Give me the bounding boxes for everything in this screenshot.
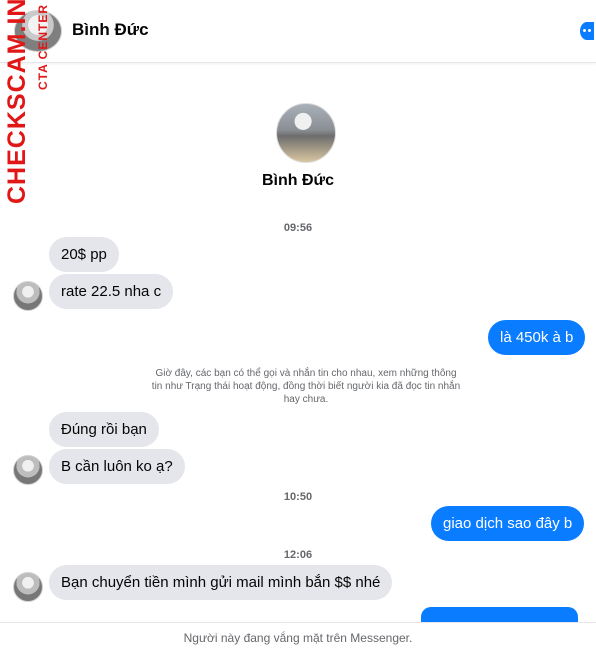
partially-visible-message bbox=[421, 607, 578, 623]
system-note: Giờ đây, các bạn có thể gọi và nhắn tin … bbox=[151, 368, 461, 405]
timestamp-1206: 12:06 bbox=[283, 549, 313, 561]
message-giao-dich: giao dịch sao đây b bbox=[431, 506, 585, 541]
info-icon[interactable] bbox=[580, 22, 594, 40]
profile-name: Bình Đức bbox=[261, 172, 335, 189]
timestamp-1050: 10:50 bbox=[283, 491, 313, 503]
timestamp-0956: 09:56 bbox=[283, 222, 313, 234]
message-can-luon: B cần luôn ko ạ? bbox=[49, 449, 185, 484]
sender-avatar bbox=[13, 455, 43, 485]
message-chuyen-tien: Bạn chuyển tiền mình gửi mail mình bắn $… bbox=[49, 565, 393, 600]
message-450k: là 450k à b bbox=[488, 320, 586, 355]
watermark-sub: CTA CENTER bbox=[36, 4, 50, 90]
message-20pp: 20$ pp bbox=[49, 237, 119, 272]
sender-avatar bbox=[13, 572, 43, 602]
message-rate: rate 22.5 nha c bbox=[49, 274, 174, 309]
chat-header: Bình Đức bbox=[0, 0, 596, 63]
sender-avatar bbox=[13, 281, 43, 311]
profile-avatar bbox=[276, 103, 336, 163]
away-status: Người này đang vắng mặt trên Messenger. bbox=[0, 622, 596, 654]
message-dung-roi: Đúng rồi bạn bbox=[49, 412, 159, 447]
contact-name[interactable]: Bình Đức bbox=[72, 20, 149, 40]
